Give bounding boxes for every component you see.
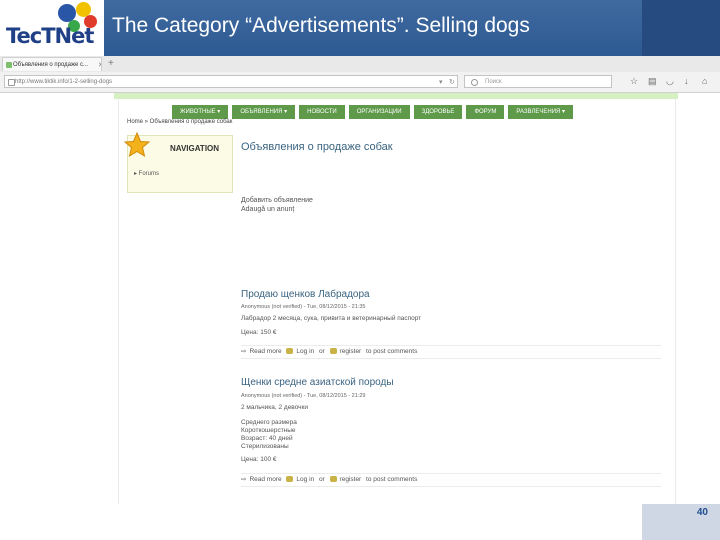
- web-page: ЖИВОТНЫЕ ▾ ОБЪЯВЛЕНИЯ ▾ НОВОСТИ ОРГАНИЗАЦИИ…: [0, 93, 720, 504]
- post-title[interactable]: Продаю щенков Лабрадора: [241, 289, 370, 300]
- page-title: Объявления о продаже собак: [241, 141, 393, 153]
- post-body-line: Стерилизованы: [241, 443, 289, 450]
- post-body-line: Среднего размера: [241, 419, 297, 426]
- search-placeholder: Поиск: [485, 79, 502, 85]
- read-more-icon: ⇨: [241, 348, 247, 355]
- nav-item-animals[interactable]: ЖИВОТНЫЕ ▾: [172, 105, 229, 119]
- address-text: http://www.tiktik.info/1-2-selling-dogs: [15, 79, 113, 85]
- browser-tab[interactable]: Объявления о продаже с... ✕: [2, 57, 102, 71]
- tab-title: Объявления о продаже с...: [13, 62, 89, 68]
- post-links: ⇨ Read more Log in or register to post co…: [241, 473, 661, 487]
- post-body-line: Лабрадор 2 месяца, сука, привита и ветер…: [241, 315, 422, 322]
- register-link[interactable]: register: [340, 476, 362, 483]
- nav-item-entertainment[interactable]: РАЗВЛЕЧЕНИЯ ▾: [508, 105, 574, 119]
- add-ad-link[interactable]: Добавить объявление: [241, 197, 313, 204]
- or-text: or: [318, 348, 325, 355]
- forums-link[interactable]: ▸ Forums: [134, 170, 159, 177]
- post-body-line: 2 мальчика, 2 девочки: [241, 404, 309, 411]
- browser-toolbar: http://www.tiktik.info/1-2-selling-dogs …: [0, 72, 720, 93]
- slide-title: The Category “Advertisements”. Selling d…: [112, 14, 530, 37]
- bookmarks-list-icon[interactable]: ▤: [648, 76, 657, 86]
- downloads-icon[interactable]: ↓: [684, 76, 689, 86]
- post-meta: Anonymous (not verified) - Tue, 08/12/20…: [241, 304, 366, 310]
- search-input[interactable]: Поиск: [464, 75, 612, 88]
- key-icon: [329, 348, 337, 355]
- header-accent-block: [642, 0, 720, 56]
- key-icon: [286, 348, 294, 355]
- navigation-block: NAVIGATION ▸ Forums: [124, 132, 233, 193]
- slide-header: TecTNet The Category “Advertisements”. S…: [0, 0, 720, 56]
- post-meta: Anonymous (not verified) - Tue, 08/12/20…: [241, 393, 366, 399]
- post-links: ⇨ Read more Log in or register to post co…: [241, 345, 661, 359]
- post-body-line: Возраст: 40 дней: [241, 435, 293, 442]
- bookmark-star-icon[interactable]: ☆: [630, 76, 638, 86]
- nav-item-organizations[interactable]: ОРГАНИЗАЦИИ: [348, 105, 410, 119]
- site-info-icon[interactable]: [8, 79, 15, 86]
- add-ad-link-ro[interactable]: Adaugă un anunț: [241, 206, 294, 213]
- to-post-comments-text: to post comments: [366, 476, 418, 483]
- or-text: or: [318, 476, 325, 483]
- register-link[interactable]: register: [340, 348, 362, 355]
- nav-item-health[interactable]: ЗДОРОВЬЕ: [413, 105, 463, 119]
- key-icon: [286, 476, 294, 483]
- read-more-link[interactable]: Read more: [249, 476, 281, 483]
- post-price: Цена: 100 €: [241, 456, 277, 463]
- logo-text: TecTNet: [6, 24, 94, 48]
- page-number: 40: [696, 507, 708, 518]
- star-icon: [124, 132, 150, 158]
- tab-bar: Объявления о продаже с... ✕ +: [0, 56, 720, 73]
- nav-item-ads[interactable]: ОБЪЯВЛЕНИЯ ▾: [232, 105, 296, 119]
- nav-item-news[interactable]: НОВОСТИ: [299, 105, 345, 119]
- site-content: ЖИВОТНЫЕ ▾ ОБЪЯВЛЕНИЯ ▾ НОВОСТИ ОРГАНИЗАЦИИ…: [118, 99, 676, 504]
- read-more-link[interactable]: Read more: [249, 348, 281, 355]
- close-tab-icon[interactable]: ✕: [98, 59, 101, 71]
- search-icon: [471, 79, 478, 86]
- site-nav: ЖИВОТНЫЕ ▾ ОБЪЯВЛЕНИЯ ▾ НОВОСТИ ОРГАНИЗАЦИИ…: [172, 100, 577, 119]
- post-title[interactable]: Щенки средне азиатской породы: [241, 377, 394, 388]
- post-price: Цена: 150 €: [241, 329, 277, 336]
- favicon-icon: [6, 62, 12, 68]
- new-tab-icon[interactable]: +: [108, 57, 114, 71]
- nav-item-forum[interactable]: ФОРУМ: [466, 105, 505, 119]
- navigation-title: NAVIGATION: [170, 144, 220, 153]
- address-bar[interactable]: http://www.tiktik.info/1-2-selling-dogs …: [4, 75, 458, 88]
- pocket-icon[interactable]: ◡: [666, 76, 674, 86]
- slide-footer: [0, 504, 720, 540]
- read-more-icon: ⇨: [241, 476, 247, 483]
- breadcrumb[interactable]: Home » Объявления о продаже собак: [127, 119, 232, 125]
- log-in-link[interactable]: Log in: [296, 348, 314, 355]
- browser-window: Объявления о продаже с... ✕ + http://www…: [0, 56, 720, 504]
- dropdown-icon[interactable]: ▾: [439, 76, 443, 87]
- reload-icon[interactable]: ↻: [449, 76, 455, 87]
- page-number-box: 40: [642, 504, 720, 540]
- log-in-link[interactable]: Log in: [296, 476, 314, 483]
- key-icon: [329, 476, 337, 483]
- post-body-line: Короткошерстные: [241, 427, 296, 434]
- to-post-comments-text: to post comments: [366, 348, 418, 355]
- home-icon[interactable]: ⌂: [702, 76, 707, 86]
- tectnet-logo: TecTNet: [0, 0, 104, 56]
